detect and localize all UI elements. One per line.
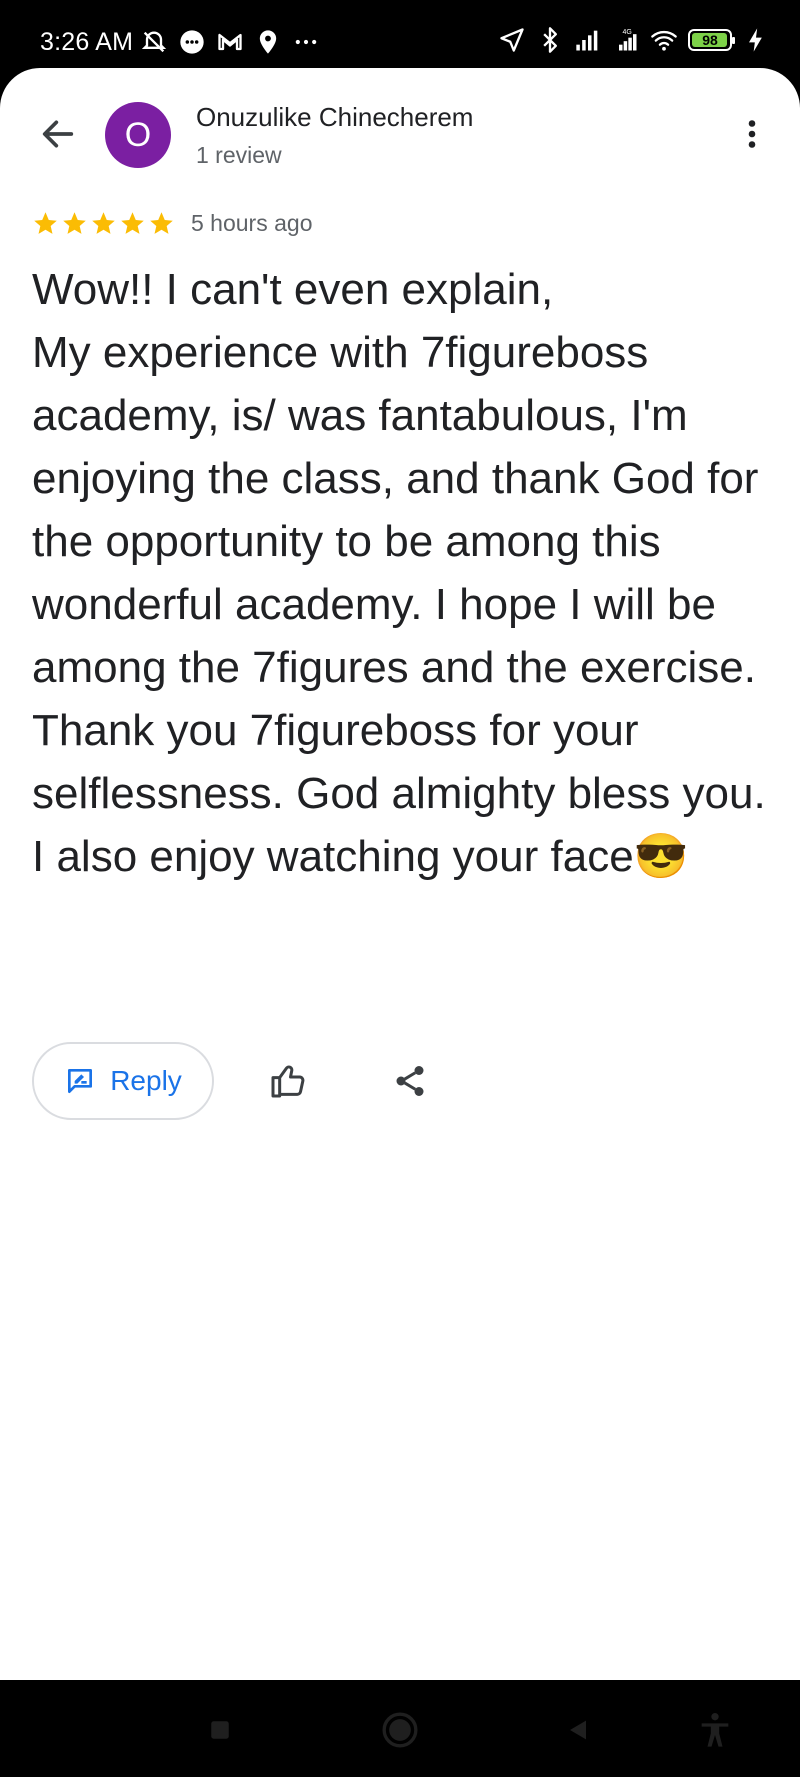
accessibility-button[interactable] bbox=[695, 1710, 735, 1750]
avatar-letter: O bbox=[124, 115, 152, 154]
signal-icon bbox=[574, 26, 602, 54]
more-dots-icon bbox=[292, 28, 320, 56]
alarm-off-icon bbox=[140, 28, 168, 56]
recents-button[interactable] bbox=[200, 1710, 240, 1750]
thumb-up-icon bbox=[271, 1065, 305, 1098]
home-circle-icon bbox=[382, 1712, 418, 1748]
status-time: 3:26 AM bbox=[40, 28, 134, 56]
review-text: Wow!! I can't even explain, My experienc… bbox=[32, 265, 766, 881]
reviewer-name[interactable]: Onuzulike Chinecherem bbox=[196, 102, 473, 133]
battery-level: 98 bbox=[702, 32, 718, 48]
navigation-arrow-icon bbox=[498, 26, 526, 54]
accessibility-icon bbox=[701, 1713, 729, 1747]
svg-text:4G: 4G bbox=[623, 29, 632, 36]
battery-icon: 98 bbox=[688, 29, 735, 51]
charging-icon bbox=[742, 26, 770, 54]
review-sheet: O Onuzulike Chinecherem 1 review 5 hours… bbox=[0, 68, 800, 1680]
star-icon bbox=[32, 210, 59, 237]
location-pin-icon bbox=[254, 28, 282, 56]
back-nav-button[interactable] bbox=[558, 1710, 598, 1750]
home-button[interactable] bbox=[380, 1710, 420, 1750]
back-button[interactable] bbox=[30, 106, 86, 162]
review-header: O Onuzulike Chinecherem 1 review bbox=[0, 68, 800, 198]
like-button[interactable] bbox=[266, 1059, 310, 1103]
reply-label: Reply bbox=[110, 1065, 182, 1096]
bluetooth-icon bbox=[536, 26, 564, 54]
gmail-icon bbox=[216, 28, 244, 56]
reply-icon bbox=[68, 1069, 93, 1093]
status-bar: 3:26 AM 4G 98 bbox=[0, 0, 800, 68]
star-icon bbox=[90, 210, 117, 237]
recents-square-icon bbox=[211, 1721, 229, 1739]
share-button[interactable] bbox=[388, 1059, 432, 1103]
star-icon bbox=[148, 210, 175, 237]
arrow-back-icon bbox=[42, 120, 74, 148]
chat-bubble-icon bbox=[178, 28, 206, 56]
review-count: 1 review bbox=[196, 142, 282, 168]
avatar[interactable]: O bbox=[105, 102, 171, 168]
more-options-button[interactable] bbox=[730, 112, 774, 156]
navigation-bar bbox=[0, 1680, 800, 1777]
star-rating bbox=[32, 210, 175, 237]
star-icon bbox=[61, 210, 88, 237]
wifi-icon bbox=[650, 26, 678, 54]
more-vert-icon bbox=[748, 120, 756, 148]
star-icon bbox=[119, 210, 146, 237]
review-actions: Reply bbox=[32, 1042, 432, 1120]
status-system-icons: 4G 98 bbox=[498, 26, 770, 54]
reply-button[interactable]: Reply bbox=[32, 1042, 214, 1120]
signal-4g-icon: 4G bbox=[612, 26, 640, 54]
review-time: 5 hours ago bbox=[191, 210, 313, 236]
rating-row: 5 hours ago bbox=[32, 210, 312, 237]
status-notification-icons bbox=[140, 28, 320, 56]
back-triangle-icon bbox=[570, 1720, 586, 1740]
share-icon bbox=[396, 1066, 424, 1096]
